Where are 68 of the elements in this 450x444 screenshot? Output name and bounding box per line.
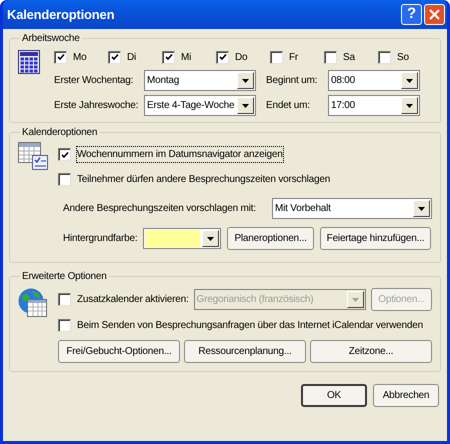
checkbox-label: Beim Senden von Besprechungsanfragen über das Internet iCalendar verwenden [77, 318, 423, 332]
checkmark-icon [60, 150, 68, 158]
field-label: Erste Jahreswoche: [54, 99, 140, 113]
dropdown-button[interactable] [202, 230, 220, 247]
dialog-button[interactable]: Ressourcenplanung... [184, 340, 306, 363]
dropdown-field[interactable]: 08:00 [328, 70, 420, 91]
dialog-button[interactable]: Frei/Gebucht-Optionen... [58, 340, 180, 363]
checkmark-icon [218, 53, 226, 61]
dropdown-field[interactable]: Montag [144, 70, 256, 91]
dropdown-button[interactable] [413, 200, 430, 217]
checkbox[interactable] [58, 318, 71, 332]
checkbox-label: Teilnehmer dürfen andere Besprechungszeiten vorschlagen [77, 173, 330, 187]
checkmark-icon [110, 53, 118, 61]
checkbox[interactable] [58, 148, 71, 161]
group-title: Arbeitswoche [21, 32, 81, 46]
caret-down-icon [406, 78, 413, 82]
checkbox[interactable] [378, 50, 391, 64]
checkbox-label: Mi [181, 50, 192, 64]
dialog-button[interactable]: Planeroptionen... [227, 227, 314, 250]
dropdown-field[interactable]: Mit Vorbehalt [272, 198, 432, 219]
help-button[interactable]: ? [401, 4, 422, 25]
field-label: Endet um: [266, 99, 311, 113]
field-label: Erster Wochentag: [54, 74, 134, 88]
dropdown-field[interactable]: 17:00 [328, 95, 420, 116]
checkbox-label: Sa [343, 50, 355, 64]
caret-down-icon [406, 104, 413, 108]
checkbox[interactable] [216, 50, 229, 64]
group-title: Erweiterte Optionen [21, 270, 108, 284]
checkbox-label: Di [127, 50, 136, 64]
caret-down-icon [242, 104, 249, 108]
checkbox[interactable] [270, 50, 283, 64]
checkbox-label: Fr [289, 50, 298, 64]
calendar-checklist-icon [18, 142, 48, 170]
group-title: Kalenderoptionen [21, 126, 98, 140]
dropdown-field[interactable]: Erste 4-Tage-Woche [144, 95, 256, 116]
caret-down-icon [352, 298, 360, 302]
checkbox[interactable] [54, 50, 67, 64]
field-label: Beginnt um: [266, 74, 318, 88]
checkmark-icon [164, 53, 172, 61]
dropdown-button[interactable] [401, 97, 418, 114]
checkbox[interactable] [162, 50, 175, 64]
dialog-button[interactable]: Feiertage hinzufügen... [320, 227, 432, 250]
checkbox-label: Wochennummern im Datumsnavigator anzeigen [77, 147, 283, 162]
dropdown-button[interactable] [237, 97, 254, 114]
close-button[interactable] [424, 4, 445, 25]
checkbox-label: Mo [73, 50, 86, 64]
dialog-button[interactable]: OK [301, 384, 367, 407]
caret-down-icon [418, 206, 425, 210]
checkbox[interactable] [108, 50, 121, 64]
dialog-button[interactable]: Abbrechen [373, 384, 439, 407]
close-icon [429, 9, 440, 20]
caret-down-icon [207, 236, 214, 240]
globe-calendar-icon [18, 288, 48, 318]
dropdown-button[interactable] [237, 72, 254, 89]
checkbox-label: Zusatzkalender aktivieren: [77, 293, 189, 307]
checkbox[interactable] [324, 50, 337, 64]
dialog-button[interactable]: Zeitzone... [310, 340, 432, 363]
field-label: Hintergrundfarbe: [63, 232, 138, 246]
dropdown-button[interactable] [401, 72, 418, 89]
checkmark-icon [56, 53, 64, 61]
field-label: Andere Besprechungszeiten vorschlagen mit: [62, 202, 257, 216]
checkbox-label: Do [235, 50, 248, 64]
checkbox-label: So [397, 50, 409, 64]
calendar-icon [18, 50, 40, 74]
window-title: Kalenderoptionen [7, 6, 116, 24]
color-dropdown[interactable] [143, 228, 222, 249]
caret-down-icon [242, 78, 249, 82]
checkbox[interactable] [58, 173, 71, 186]
